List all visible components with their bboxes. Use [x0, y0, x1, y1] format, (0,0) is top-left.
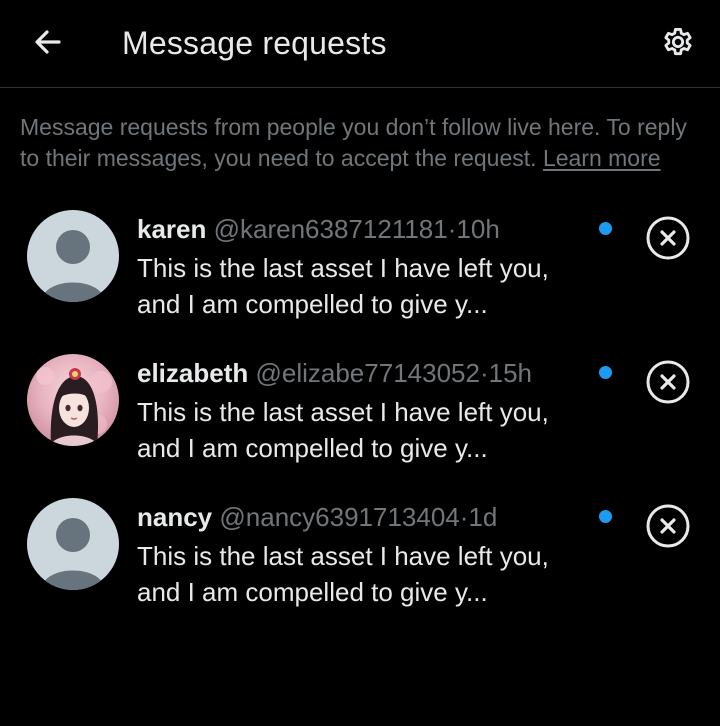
request-item[interactable]: nancy @nancy6391713404·1d This is the la… — [0, 498, 720, 642]
sender-line: karen @karen6387121181·10h — [137, 212, 500, 246]
top-bar: Message requests — [0, 0, 720, 88]
close-circle-icon[interactable] — [645, 215, 691, 261]
sender-line: elizabeth @elizabe77143052·15h — [137, 356, 532, 390]
close-circle-icon[interactable] — [645, 503, 691, 549]
timestamp: 15h — [488, 358, 533, 388]
message-preview: This is the last asset I have left you, … — [137, 397, 549, 463]
sender-name: karen — [137, 214, 207, 244]
requests-info: Message requests from people you don’t f… — [20, 112, 710, 174]
sender-name: nancy — [137, 502, 213, 532]
avatar[interactable] — [27, 210, 119, 302]
settings-button[interactable] — [656, 20, 700, 64]
profile-photo — [27, 354, 119, 446]
timestamp: 1d — [468, 502, 498, 532]
timestamp: 10h — [456, 214, 500, 244]
page-title: Message requests — [122, 25, 387, 61]
sender-handle: @elizabe77143052 — [255, 358, 480, 388]
sender-name: elizabeth — [137, 358, 249, 388]
separator: · — [479, 358, 489, 388]
default-avatar-icon — [27, 498, 119, 590]
request-item[interactable]: elizabeth @elizabe77143052·15h This is t… — [0, 354, 720, 498]
back-button[interactable] — [26, 22, 70, 62]
request-item[interactable]: karen @karen6387121181·10h This is the l… — [0, 210, 720, 354]
sender-handle: @nancy6391713404 — [219, 502, 460, 532]
avatar[interactable] — [27, 498, 119, 590]
avatar[interactable] — [27, 354, 119, 446]
unread-indicator — [599, 222, 612, 235]
gear-icon — [664, 27, 692, 56]
unread-indicator — [599, 366, 612, 379]
arrow-left-icon — [35, 30, 61, 54]
message-preview: This is the last asset I have left you, … — [137, 541, 549, 607]
learn-more-link[interactable]: Learn more — [543, 145, 661, 171]
unread-indicator — [599, 510, 612, 523]
sender-line: nancy @nancy6391713404·1d — [137, 500, 497, 534]
close-circle-icon[interactable] — [645, 359, 691, 405]
default-avatar-icon — [27, 210, 119, 302]
sender-handle: @karen6387121181 — [213, 214, 448, 244]
message-preview: This is the last asset I have left you, … — [137, 253, 549, 319]
